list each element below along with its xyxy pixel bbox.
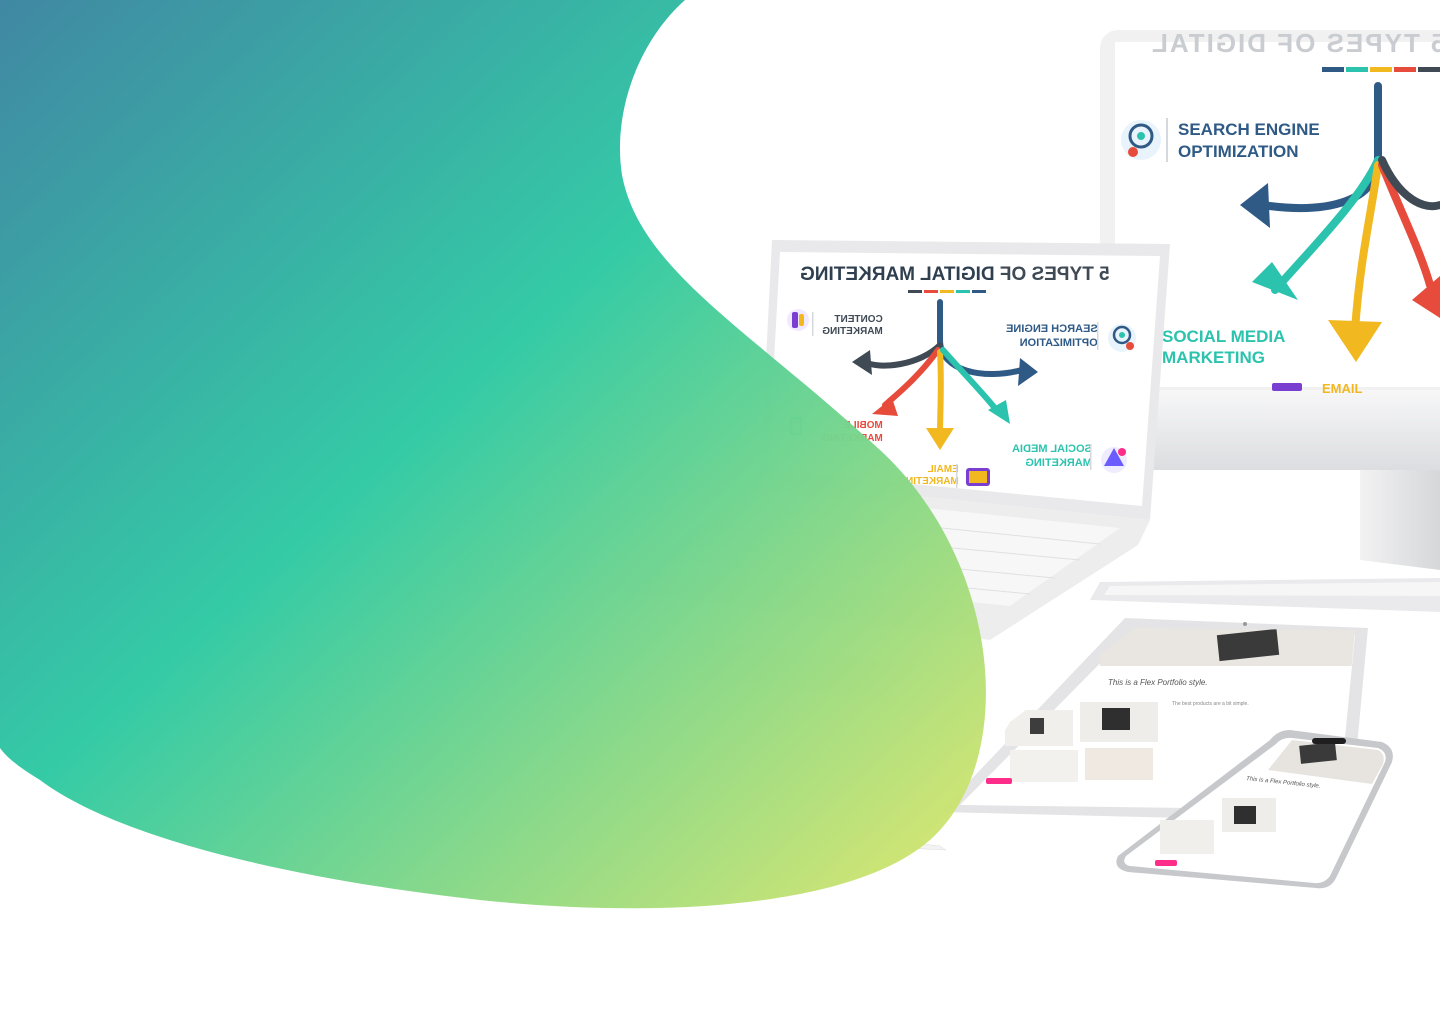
phone-hero-device — [1299, 742, 1337, 764]
laptop-seo-target-icon — [1108, 324, 1136, 352]
svg-text:SEARCH ENGINE: SEARCH ENGINE — [1006, 323, 1098, 335]
svg-text:EMAIL: EMAIL — [928, 464, 959, 475]
laptop-title-underline — [908, 290, 986, 293]
email-marketing-icon — [966, 468, 990, 486]
svg-text:SOCIAL MEDIA: SOCIAL MEDIA — [1012, 443, 1092, 455]
phone-thumb — [1160, 820, 1214, 854]
hero-scene: 5 TYPES OF DIGITAL SEARCH ENGINE OPTIMIZ… — [0, 0, 1440, 909]
monitor-seo-label-line2: OPTIMIZATION — [1178, 142, 1299, 161]
tablet-thumb — [1085, 748, 1153, 780]
svg-text:CONTENT: CONTENT — [834, 314, 882, 325]
svg-text:MARKETING: MARKETING — [1025, 457, 1092, 469]
svg-text:MARKETING: MARKETING — [822, 326, 883, 337]
tablet-side-note: The best products are a bit simple. — [1172, 701, 1249, 707]
monitor-slide-title: 5 TYPES OF DIGITAL — [1150, 28, 1440, 58]
svg-text:OPTIMIZATION: OPTIMIZATION — [1020, 337, 1098, 349]
svg-text:5 TYPES OF DIGITAL MARKETING: 5 TYPES OF DIGITAL MARKETING — [800, 264, 1110, 285]
monitor-stand — [1360, 470, 1440, 570]
tablet-camera — [1243, 622, 1247, 626]
laptop-title-highlight: DIGITAL MARKETING — [800, 264, 995, 285]
monitor-social-label-line2: MARKETING — [1162, 348, 1265, 367]
monitor-title-underline — [1322, 67, 1440, 72]
monitor-social-label-line1: SOCIAL MEDIA — [1162, 327, 1285, 346]
phone-notch — [1312, 738, 1346, 744]
laptop-slide-title: 5 TYPES OF DIGITAL MARKETING — [800, 264, 1110, 285]
monitor-email-label: EMAIL — [1322, 381, 1363, 396]
monitor-email-icon — [1272, 383, 1302, 391]
content-marketing-icon — [787, 309, 809, 331]
seo-target-icon — [1121, 120, 1161, 160]
tablet-cta-button[interactable] — [986, 778, 1012, 784]
gradient-blob — [0, 0, 986, 909]
social-media-icon — [1101, 447, 1127, 473]
phone-cta-button[interactable] — [1155, 860, 1177, 866]
tablet-thumb — [1010, 750, 1078, 782]
phone-thumb-device — [1234, 806, 1256, 824]
tablet-thumb-device — [1102, 708, 1130, 730]
monitor-seo-label-line1: SEARCH ENGINE — [1178, 120, 1320, 139]
tablet-tagline: This is a Flex Portfolio style. — [1108, 678, 1208, 687]
tablet-thumb-object — [1030, 718, 1044, 734]
laptop-title-prefix: 5 TYPES OF — [995, 264, 1110, 285]
